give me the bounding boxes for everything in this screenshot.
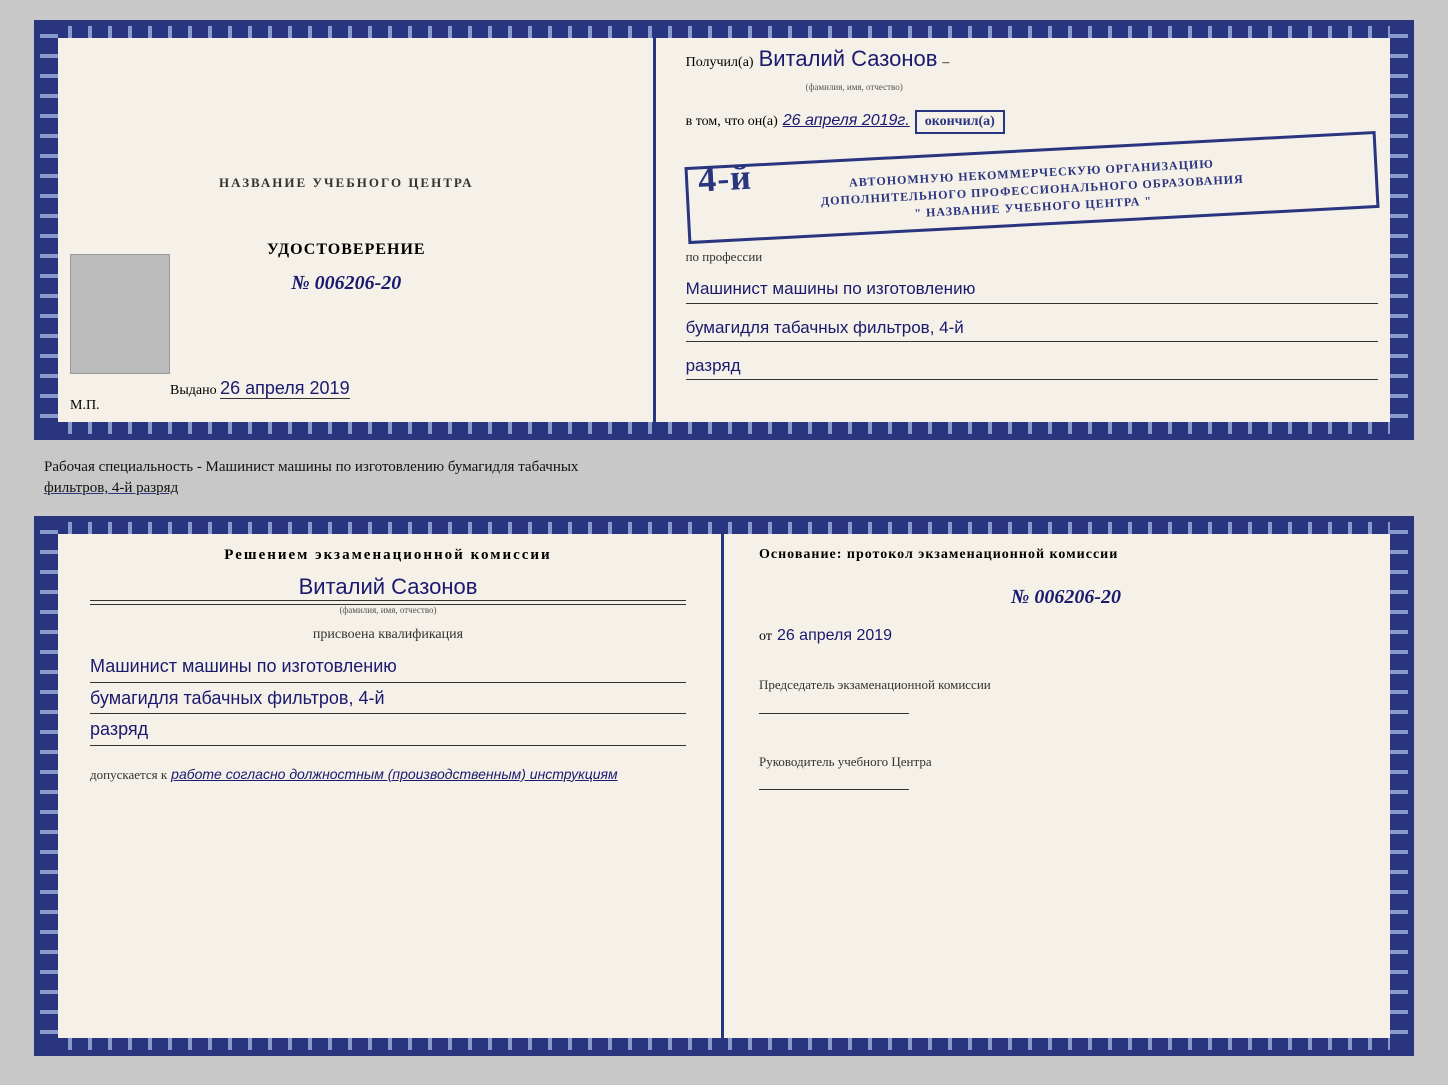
- cert-top-left: НАЗВАНИЕ УЧЕБНОГО ЦЕНТРА УДОСТОВЕРЕНИЕ №…: [40, 26, 656, 434]
- vydano-line: Выдано 26 апреля 2019: [170, 378, 350, 399]
- cert-bottom-right: Основание: протокол экзаменационной коми…: [724, 522, 1408, 1050]
- bottom-right-border-deco: [1390, 522, 1408, 1050]
- okonchil: окончил(а): [915, 110, 1005, 134]
- poluchil-prefix: Получил(а): [686, 55, 754, 71]
- protocol-number: № 006206-20: [759, 586, 1373, 609]
- separator-main: Рабочая специальность - Машинист машины …: [44, 459, 578, 475]
- osnovanie: Основание: протокол экзаменационной коми…: [759, 547, 1373, 563]
- udost-title: УДОСТОВЕРЕНИЕ: [267, 241, 426, 259]
- left-border-deco: [40, 26, 58, 434]
- udost-number: № 006206-20: [291, 272, 401, 295]
- profession-line3: разряд: [686, 352, 1378, 380]
- bottom-fio-label: (фамилия, имя, отчество): [90, 605, 686, 615]
- photo-placeholder: [70, 254, 170, 374]
- right-border-deco: [1390, 26, 1408, 434]
- dopusk-text: работе согласно должностным (производств…: [171, 766, 617, 782]
- poluchil-line: Получил(а) Виталий Сазонов –: [686, 46, 1378, 72]
- predsedatel-signature-line: [759, 713, 909, 714]
- ot-line: от 26 апреля 2019: [759, 627, 1373, 645]
- kvali-line3: разряд: [90, 714, 686, 746]
- cert-top-right: Получил(а) Виталий Сазонов – (фамилия, и…: [656, 26, 1408, 434]
- ot-date: 26 апреля 2019: [777, 627, 892, 645]
- vydano-label: Выдано: [170, 383, 217, 398]
- school-name-label: НАЗВАНИЕ УЧЕБНОГО ЦЕНТРА: [219, 175, 474, 191]
- kvali-line1: Машинист машины по изготовлению: [90, 651, 686, 683]
- fio-label-top: (фамилия, имя, отчество): [686, 82, 1378, 92]
- separator-text: Рабочая специальность - Машинист машины …: [34, 452, 1414, 504]
- separator-underline: фильтров, 4-й разряд: [44, 480, 178, 496]
- vtom-prefix: в том, что он(а): [686, 114, 778, 130]
- vydano-date: 26 апреля 2019: [220, 378, 350, 399]
- top-certificate: НАЗВАНИЕ УЧЕБНОГО ЦЕНТРА УДОСТОВЕРЕНИЕ №…: [34, 20, 1414, 440]
- dopusk-prefix: допускается к: [90, 767, 167, 783]
- rukovoditel-signature-line: [759, 789, 909, 790]
- ot-prefix: от: [759, 629, 772, 645]
- kvali-line2: бумагидля табачных фильтров, 4-й: [90, 683, 686, 715]
- stamp-box: 4-й АВТОНОМНУЮ НЕКОММЕРЧЕСКУЮ ОРГАНИЗАЦИ…: [684, 131, 1379, 245]
- recipient-name: Виталий Сазонов: [759, 46, 938, 72]
- profession-line2: бумагидля табачных фильтров, 4-й: [686, 314, 1378, 342]
- po-professii: по профессии: [686, 249, 1378, 265]
- vtom-date: 26 апреля 2019г.: [783, 112, 910, 130]
- cert-bottom-left: Решением экзаменационной комиссии Витали…: [40, 522, 724, 1050]
- vtom-line: в том, что он(а) 26 апреля 2019г. окончи…: [686, 110, 1378, 134]
- bottom-left-border-deco: [40, 522, 58, 1050]
- prisvoena: присвоена квалификация: [90, 627, 686, 643]
- predsedatel-label: Председатель экзаменационной комиссии: [759, 675, 1373, 695]
- bottom-name: Виталий Сазонов: [90, 574, 686, 601]
- stamp-number: 4-й: [696, 152, 752, 205]
- resheniem-title: Решением экзаменационной комиссии: [90, 547, 686, 564]
- dopuskaetsya-line: допускается к работе согласно должностны…: [90, 766, 686, 783]
- dash: –: [942, 55, 949, 71]
- rukovoditel-label: Руководитель учебного Центра: [759, 752, 1373, 772]
- bottom-certificate: Решением экзаменационной комиссии Витали…: [34, 516, 1414, 1056]
- profession-line1: Машинист машины по изготовлению: [686, 275, 1378, 303]
- mp-label: М.П.: [70, 398, 100, 414]
